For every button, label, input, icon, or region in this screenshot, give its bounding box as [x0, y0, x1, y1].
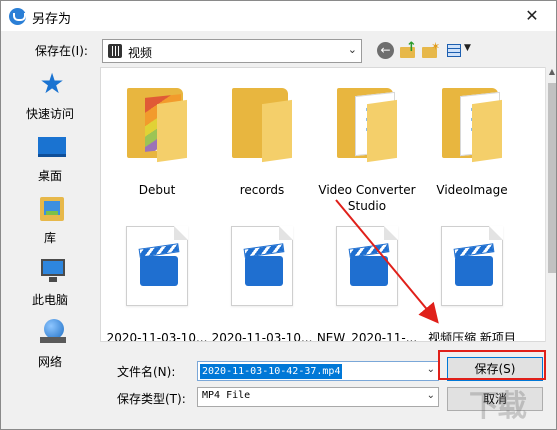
video-file-icon: [336, 226, 398, 306]
file-list-scrollbar[interactable]: ▲: [545, 67, 556, 342]
save-as-dialog: 另存为 ✕ 保存在(I): 视频 ⌄ ← ↑ ✶ ▼ ★ 快速访问 桌面 库 此…: [0, 0, 557, 430]
library-icon: [38, 197, 66, 223]
video-file-icon: [231, 226, 293, 306]
file-name: 2020-11-03-10...: [211, 331, 313, 342]
filename-input[interactable]: 2020-11-03-10-42-37.mp4 ⌄: [197, 361, 439, 381]
folder-name: records: [239, 183, 285, 197]
nav-item-desktop[interactable]: 桌面: [1, 131, 99, 189]
up-folder-icon[interactable]: ↑: [400, 40, 417, 59]
filename-label: 文件名(N):: [117, 365, 176, 379]
save-in-label: 保存在(I):: [35, 44, 88, 58]
folder-tile-video-converter-studio[interactable]: Video Converter Studio: [315, 74, 419, 213]
nav-item-label: 桌面: [37, 169, 62, 183]
watermark-logo: 下载: [469, 389, 527, 424]
nav-item-label: 此电脑: [31, 293, 68, 307]
window-title: 另存为: [32, 12, 72, 27]
close-button[interactable]: ✕: [514, 2, 550, 30]
places-bar: ★ 快速访问 桌面 库 此电脑 网络: [1, 67, 99, 377]
video-file-icon: [126, 226, 188, 306]
chevron-down-icon: ⌄: [426, 390, 435, 401]
filetype-dropdown[interactable]: MP4 File ⌄: [197, 387, 439, 407]
scroll-thumb[interactable]: [548, 83, 556, 273]
save-in-value: 视频: [128, 46, 153, 60]
network-icon: [38, 319, 66, 345]
folder-icon: [337, 88, 397, 163]
filename-value: 2020-11-03-10-42-37.mp4: [200, 364, 343, 379]
folder-name: Debut: [138, 183, 176, 197]
view-menu-icon[interactable]: ▼: [447, 42, 473, 59]
chevron-down-icon: ⌄: [347, 43, 357, 56]
nav-item-library[interactable]: 库: [1, 193, 99, 251]
save-in-dropdown[interactable]: 视频 ⌄: [102, 39, 362, 63]
video-file-tile[interactable]: 2020-11-03-10...: [210, 226, 314, 342]
nav-item-label: 库: [43, 231, 56, 245]
back-icon[interactable]: ←: [377, 42, 394, 59]
file-name: 2020-11-03-10...: [106, 331, 208, 342]
nav-item-label: 网络: [37, 355, 62, 369]
nav-item-this-pc[interactable]: 此电脑: [1, 255, 99, 313]
filetype-label: 保存类型(T):: [117, 392, 186, 406]
file-name: 视频压缩 新项目 1.mp4: [428, 331, 516, 342]
video-file-tile[interactable]: 2020-11-03-10...: [105, 226, 209, 342]
folder-icon: [442, 88, 502, 163]
app-icon: [9, 8, 26, 25]
file-list[interactable]: Debut records Video Converter Studio Vid…: [100, 67, 545, 342]
file-name: NEW_2020-11-...: [316, 331, 418, 342]
title-bar[interactable]: 另存为 ✕: [1, 1, 556, 31]
chevron-down-icon[interactable]: ⌄: [427, 364, 435, 375]
video-file-tile[interactable]: 视频压缩 新项目 1.mp4: [420, 226, 524, 342]
nav-item-quick-access[interactable]: ★ 快速访问: [1, 69, 99, 127]
folder-name: Video Converter Studio: [318, 183, 416, 213]
new-folder-icon[interactable]: ✶: [422, 40, 440, 59]
video-folder-icon: [108, 44, 122, 58]
nav-item-network[interactable]: 网络: [1, 317, 99, 375]
nav-item-label: 快速访问: [25, 107, 74, 121]
video-file-tile[interactable]: NEW_2020-11-...: [315, 226, 419, 342]
folder-icon: [127, 88, 187, 163]
folder-tile-debut[interactable]: Debut: [105, 74, 209, 209]
folder-tile-records[interactable]: records: [210, 74, 314, 209]
desktop-icon: [38, 137, 66, 157]
save-button[interactable]: 保存(S): [447, 357, 543, 381]
folder-tile-videoimage[interactable]: VideoImage: [420, 74, 524, 209]
folder-name: VideoImage: [436, 183, 508, 197]
video-file-icon: [441, 226, 503, 306]
folder-icon: [232, 88, 292, 163]
filetype-value: MP4 File: [202, 390, 251, 401]
scroll-up-icon[interactable]: ▲: [546, 67, 556, 81]
this-pc-icon: [38, 257, 66, 283]
quick-access-star-icon: ★: [39, 67, 65, 100]
